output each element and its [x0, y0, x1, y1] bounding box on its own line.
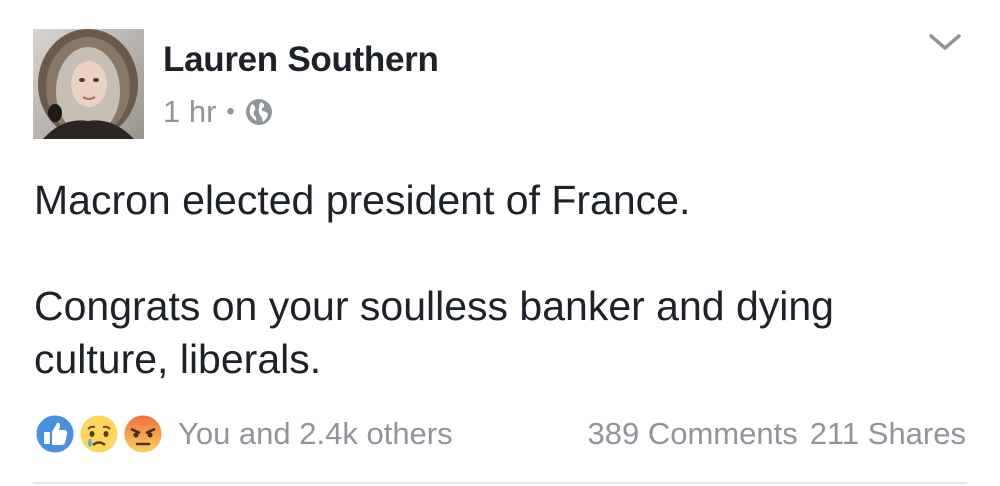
divider — [33, 482, 967, 484]
shares-count[interactable]: 211 Shares — [810, 416, 966, 452]
post-paragraph: Congrats on your soulless banker and dyi… — [34, 283, 834, 382]
globe-icon[interactable] — [245, 98, 273, 126]
sad-icon — [77, 412, 121, 456]
facebook-post: Lauren Southern 1 hr • Macron elected pr… — [0, 0, 1000, 486]
author-name[interactable]: Lauren Southern — [163, 40, 439, 80]
post-body: Macron elected president of France. Cong… — [34, 174, 964, 386]
engagement-counts: 389 Comments 211 Shares — [588, 416, 966, 452]
reactions-summary[interactable]: You and 2.4k others — [178, 416, 453, 452]
meta-separator: • — [226, 98, 235, 125]
post-meta: 1 hr • — [163, 90, 273, 134]
avatar[interactable] — [33, 29, 144, 139]
post-timestamp[interactable]: 1 hr — [163, 94, 216, 130]
like-icon — [33, 412, 77, 456]
angry-icon — [121, 412, 165, 456]
chevron-down-icon[interactable] — [927, 30, 963, 54]
post-paragraph: Macron elected president of France. — [34, 177, 691, 223]
avatar-photo — [33, 29, 144, 139]
comments-count[interactable]: 389 Comments — [588, 416, 798, 452]
